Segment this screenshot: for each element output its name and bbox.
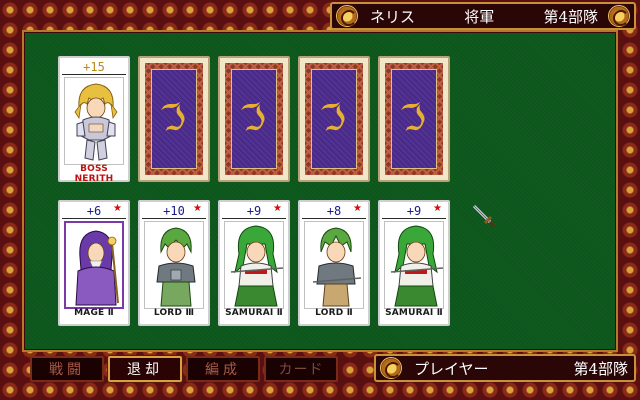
dragon-emblem-icon: ℑ (236, 95, 272, 142)
card-label: SAMURAI Ⅱ (385, 308, 443, 318)
card-back-panel: ℑ (391, 69, 437, 169)
star-icon: ★ (193, 203, 202, 214)
retreat-button[interactable]: 退却 (108, 356, 182, 382)
commander-name: ネリス (370, 7, 416, 26)
player-title-bar: プレイヤー 第4部隊 (374, 354, 636, 382)
commander-rank: 将軍 (464, 7, 495, 26)
player-card-mage[interactable]: +6 ★ MAGE Ⅱ (58, 200, 130, 326)
sword-cursor-icon (472, 204, 496, 228)
enemy-title-bar: ネリス 将軍 第4部隊 (330, 2, 636, 30)
card-label: LORD Ⅱ (315, 308, 353, 318)
star-icon: ★ (433, 203, 442, 214)
battle-button[interactable]: 戦闘 (30, 356, 104, 382)
card-cost: +15 (62, 60, 126, 75)
card-label: MAGE Ⅱ (74, 308, 114, 318)
player-card-samurai[interactable]: +9 ★ SAMURAI Ⅱ (378, 200, 450, 326)
player-card-lord[interactable]: +8 ★ LORD Ⅱ (298, 200, 370, 326)
enemy-card-boss[interactable]: +15 BOSS NERITH (58, 56, 130, 184)
player-unit: 第4部隊 (573, 359, 628, 378)
formation-button[interactable]: 編成 (186, 356, 260, 382)
lord-portrait (304, 221, 364, 309)
enemy-card-facedown[interactable]: ℑ (138, 56, 210, 182)
card-label: SAMURAI Ⅱ (225, 308, 283, 318)
enemy-card-facedown[interactable]: ℑ (298, 56, 370, 182)
boss-nerith-portrait (64, 77, 124, 165)
samurai-portrait (224, 221, 284, 309)
enemy-card-facedown[interactable]: ℑ (378, 56, 450, 182)
card-label: BOSS NERITH (74, 164, 114, 184)
card-label: LORD Ⅲ (153, 308, 195, 318)
enemy-info: ネリス 将軍 第4部隊 (362, 6, 604, 27)
samurai-portrait (384, 221, 444, 309)
player-info: プレイヤー 第4部隊 (406, 358, 634, 379)
player-card-lord[interactable]: +10 ★ LORD Ⅲ (138, 200, 210, 326)
lord-portrait (144, 221, 204, 309)
commander-unit: 第4部隊 (543, 7, 598, 26)
star-icon: ★ (273, 203, 282, 214)
star-icon: ★ (353, 203, 362, 214)
star-icon: ★ (113, 203, 122, 214)
medallion-icon (336, 5, 358, 27)
card-back-panel: ℑ (151, 69, 197, 169)
command-menu: 戦闘 退却 編成 カード (30, 356, 368, 382)
card-back-panel: ℑ (231, 69, 277, 169)
dragon-emblem-icon: ℑ (156, 95, 192, 142)
dragon-emblem-icon: ℑ (316, 95, 352, 142)
medallion-icon (608, 5, 630, 27)
enemy-card-facedown[interactable]: ℑ (218, 56, 290, 182)
card-button[interactable]: カード (264, 356, 338, 382)
card-back-panel: ℑ (311, 69, 357, 169)
player-card-samurai[interactable]: +9 ★ SAMURAI Ⅱ (218, 200, 290, 326)
dragon-emblem-icon: ℑ (396, 95, 432, 142)
player-name: プレイヤー (414, 359, 489, 378)
medallion-icon (380, 357, 402, 379)
mage-portrait (64, 221, 124, 309)
